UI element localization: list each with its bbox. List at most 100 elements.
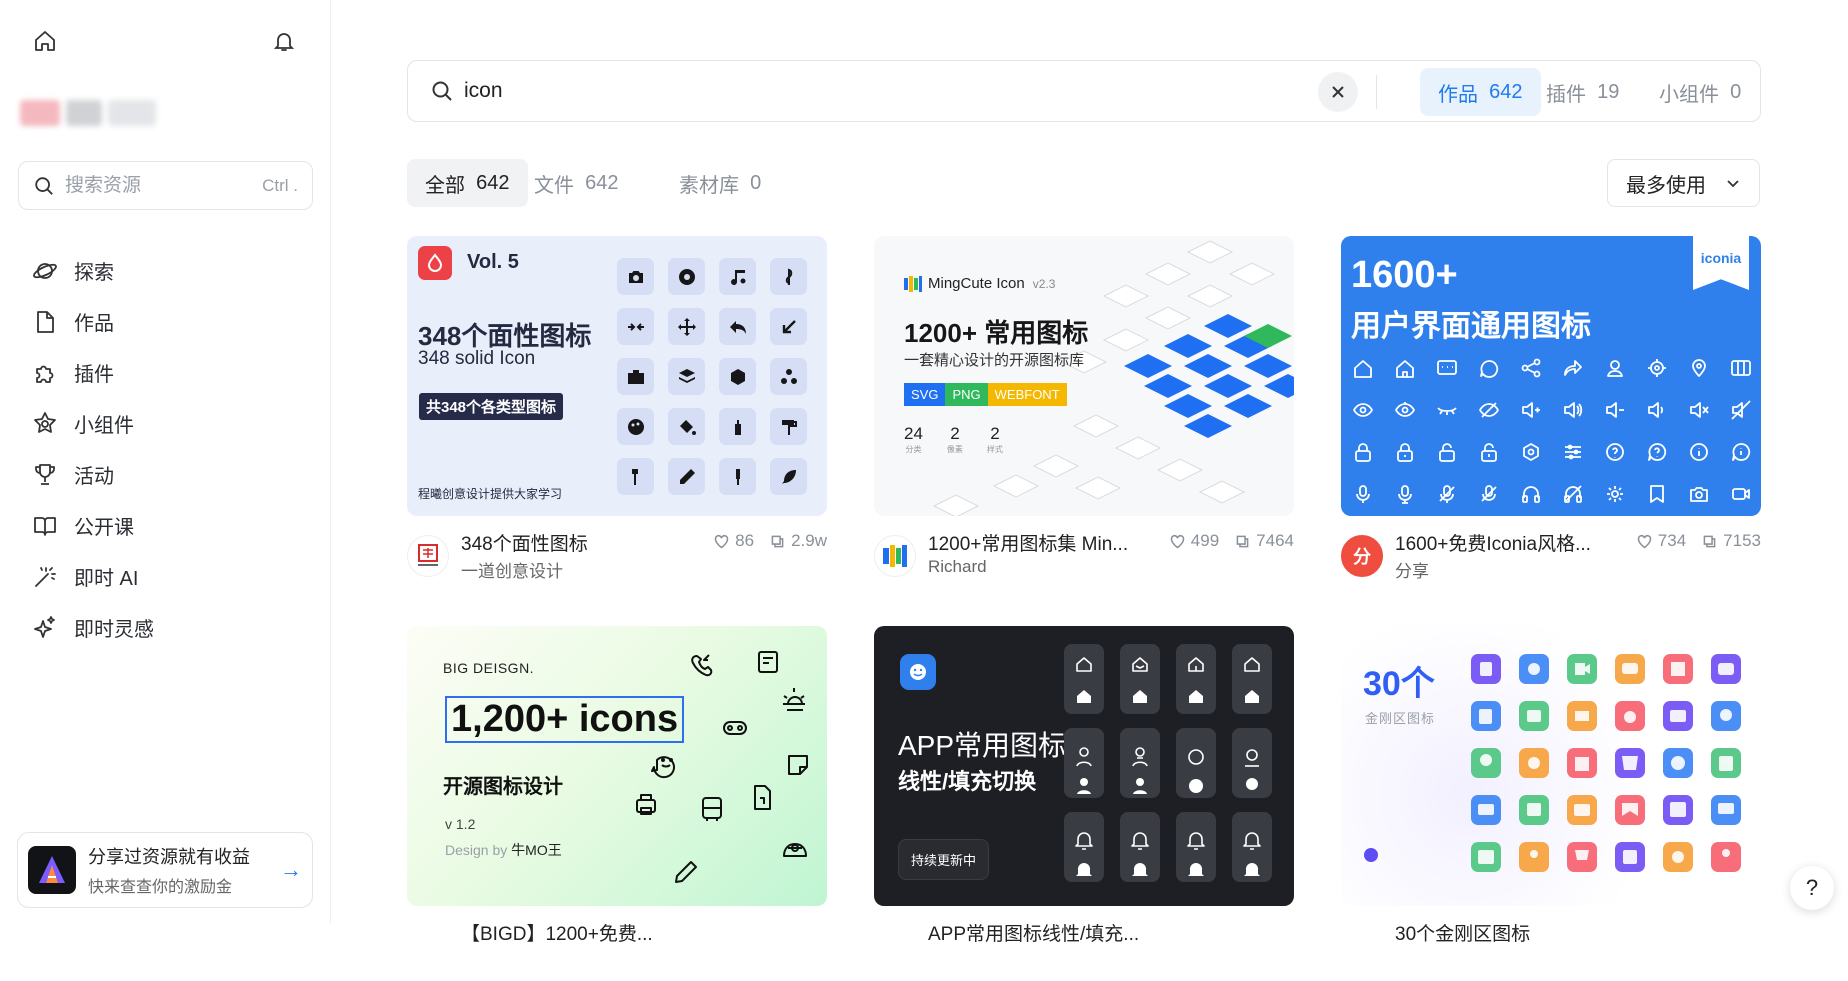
- thumb-subheading: 线性/填充切换: [898, 769, 1037, 794]
- tab-label: 作品: [1438, 83, 1478, 106]
- nav-item-instant-ai[interactable]: 即时 AI: [18, 551, 313, 602]
- card-thumbnail[interactable]: APP常用图标 线性/填充切换 持续更新中: [874, 626, 1294, 906]
- tab-count: 19: [1597, 80, 1620, 103]
- aperture-icon: [668, 258, 705, 295]
- brand-version: v2.3: [1032, 276, 1056, 291]
- filter-all[interactable]: 全部 642: [407, 159, 528, 207]
- main-search-bar[interactable]: 作品 642 插件 19 小组件 0: [407, 60, 1761, 122]
- card-thumbnail[interactable]: BIG DEISGN. 1,200+ icons 开源图标设计 v 1.2 De…: [407, 626, 827, 906]
- duplicate-icon: [1236, 535, 1249, 547]
- card-meta: 30个金刚区图标: [1341, 919, 1761, 981]
- sidebar-search-input[interactable]: [65, 174, 245, 197]
- thumb-heading: 1600+: [1351, 254, 1458, 296]
- author-avatar[interactable]: [407, 535, 449, 577]
- nav-label: 公开课: [74, 517, 134, 539]
- thumb-subheading: 348 solid Icon: [418, 348, 536, 369]
- sidebar-search-box[interactable]: Ctrl .: [18, 161, 313, 210]
- app-icon-grid: [1064, 644, 1272, 882]
- nav-label: 活动: [74, 466, 114, 488]
- card-title[interactable]: 30个金刚区图标: [1395, 919, 1610, 946]
- paint-roller-icon: [770, 408, 807, 445]
- stat-label: 样式: [986, 445, 1003, 454]
- trophy-icon: [35, 463, 55, 485]
- nav-label: 作品: [74, 313, 114, 335]
- nav-item-works[interactable]: 作品: [18, 296, 313, 347]
- file-icon: [37, 310, 54, 333]
- nav-item-widgets[interactable]: 小组件: [18, 398, 313, 449]
- author-avatar[interactable]: [874, 535, 916, 577]
- card-stats: 734 7153: [1626, 531, 1761, 551]
- tab-count: 642: [1489, 80, 1523, 103]
- card-author[interactable]: Richard: [928, 557, 987, 577]
- layers-icon: [668, 358, 705, 395]
- nav-item-events[interactable]: 活动: [18, 449, 313, 500]
- pencil-icon: [668, 458, 705, 495]
- filter-library[interactable]: 素材库 0: [661, 159, 779, 207]
- cube-icon: [719, 358, 756, 395]
- thumb-subheading: 金刚区图标: [1365, 711, 1436, 726]
- help-button[interactable]: ?: [1790, 866, 1834, 910]
- chevron-down-icon: [1727, 180, 1739, 188]
- palette-icon: [617, 408, 654, 445]
- widget-star-icon: [34, 411, 56, 433]
- card-meta: APP常用图标线性/填充...: [874, 919, 1294, 981]
- home-icon[interactable]: [29, 25, 61, 57]
- user-avatar[interactable]: [20, 100, 165, 130]
- heart-icon: [714, 534, 729, 548]
- resource-card[interactable]: APP常用图标 线性/填充切换 持续更新中 APP常用图标线性/填充...: [874, 626, 1294, 981]
- iconia-tag: iconia: [1693, 236, 1749, 290]
- likes-count: 499: [1190, 531, 1220, 550]
- smile-app-icon: [900, 654, 936, 690]
- card-author[interactable]: 一道创意设计: [461, 557, 563, 582]
- main-content: 作品 642 插件 19 小组件 0 全部 642 文件 642 素材库 0 最…: [331, 0, 1848, 945]
- filter-label: 素材库: [679, 174, 739, 197]
- stack-icon: [770, 358, 807, 395]
- resource-card[interactable]: Vol. 5 348个面性图标 348 solid Icon 共348个各类型图…: [407, 236, 827, 591]
- nav-item-plugins[interactable]: 插件: [18, 347, 313, 398]
- clear-search-button[interactable]: [1318, 72, 1358, 112]
- card-meta: 分 1600+免费Iconia风格... 分享 734 7153: [1341, 529, 1761, 591]
- nav-item-courses[interactable]: 公开课: [18, 500, 313, 551]
- earnings-promo-banner[interactable]: 分享过资源就有收益 快来查查你的激励金 →: [17, 832, 313, 908]
- author-avatar[interactable]: 分: [1341, 535, 1383, 577]
- resource-card[interactable]: iconia 1600+ 用户界面通用图标 分 1600+免费Iconia风格.…: [1341, 236, 1761, 591]
- main-search-input[interactable]: [464, 79, 1264, 103]
- resource-card[interactable]: MingCute Icon v2.3 1200+ 常用图标 一套精心设计的开源图…: [874, 236, 1294, 591]
- hammer-icon: [617, 458, 654, 495]
- format-badge: PNG: [945, 383, 988, 406]
- card-title[interactable]: APP常用图标线性/填充...: [928, 919, 1143, 946]
- card-title[interactable]: 1200+常用图标集 Min...: [928, 529, 1143, 556]
- card-thumbnail[interactable]: MingCute Icon v2.3 1200+ 常用图标 一套精心设计的开源图…: [874, 236, 1294, 516]
- nav-item-instant-inspiration[interactable]: 即时灵感: [18, 602, 313, 653]
- duplicate-icon: [1703, 535, 1716, 547]
- card-author[interactable]: 分享: [1395, 557, 1429, 582]
- tab-works[interactable]: 作品 642: [1420, 68, 1541, 116]
- drop-logo-icon: [418, 246, 452, 280]
- nav-label: 即时 AI: [74, 568, 139, 590]
- card-title[interactable]: 348个面性图标: [461, 529, 676, 556]
- heart-icon: [1170, 534, 1185, 548]
- resource-card[interactable]: 30个 金刚区图标 30个金刚区图标: [1341, 626, 1761, 981]
- card-title[interactable]: 1600+免费Iconia风格...: [1395, 529, 1610, 556]
- nav-label: 探索: [74, 262, 114, 284]
- card-thumbnail[interactable]: 30个 金刚区图标: [1341, 626, 1761, 906]
- filter-files[interactable]: 文件 642: [516, 159, 637, 207]
- divider: [1376, 75, 1377, 109]
- filter-count: 0: [750, 171, 762, 194]
- mingcute-brand: MingCute Icon v2.3: [904, 275, 1055, 292]
- sort-dropdown[interactable]: 最多使用: [1607, 159, 1760, 207]
- arrow-right-icon: →: [280, 857, 302, 882]
- card-thumbnail[interactable]: iconia 1600+ 用户界面通用图标: [1341, 236, 1761, 516]
- update-badge: 持续更新中: [898, 839, 990, 880]
- nav-item-explore[interactable]: 探索: [18, 245, 313, 296]
- tab-plugins[interactable]: 插件 19: [1528, 68, 1637, 116]
- resource-card[interactable]: BIG DEISGN. 1,200+ icons 开源图标设计 v 1.2 De…: [407, 626, 827, 981]
- sidebar-nav: 探索 作品 插件 小组件 活动 公开课 即时 AI 即时灵感: [18, 245, 313, 653]
- card-title[interactable]: 【BIGD】1200+免费...: [461, 919, 676, 946]
- tab-widgets[interactable]: 小组件 0: [1641, 68, 1759, 116]
- ui-icon-grid: [1353, 358, 1751, 504]
- bell-icon[interactable]: [268, 25, 300, 57]
- thumb-subheading: 一套精心设计的开源图标库: [904, 352, 1085, 369]
- card-thumbnail[interactable]: Vol. 5 348个面性图标 348 solid Icon 共348个各类型图…: [407, 236, 827, 516]
- duplicate-icon: [771, 535, 784, 547]
